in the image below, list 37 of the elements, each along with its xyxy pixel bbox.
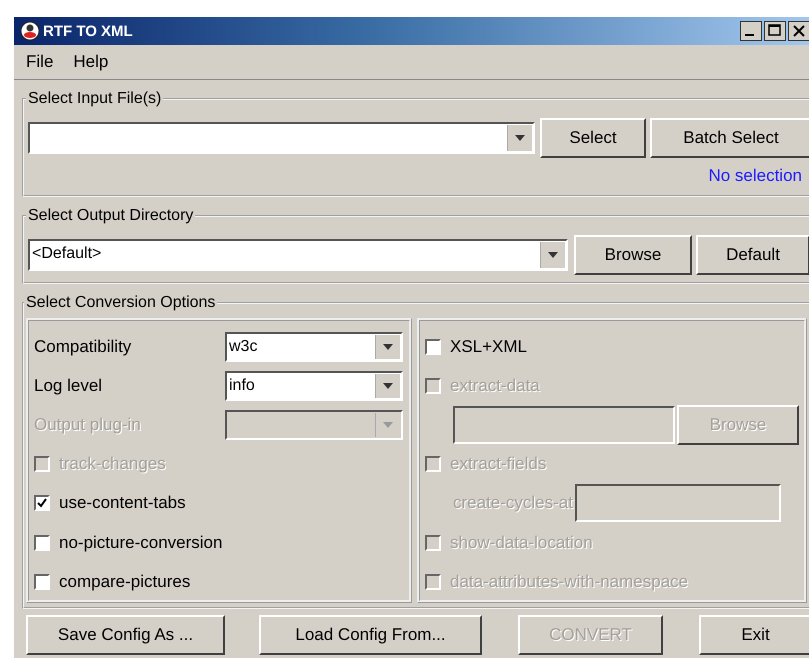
option-label: Compatibility (34, 336, 132, 357)
output-directory-dropdown[interactable]: <Default> (28, 239, 568, 271)
checkbox[interactable] (425, 338, 441, 355)
select-button[interactable]: Batch Select (650, 118, 809, 158)
close-icon[interactable] (788, 21, 809, 41)
menu-item[interactable]: Help (73, 52, 108, 72)
checkbox-label: use-content-tabs (59, 493, 186, 514)
caret-icon (515, 135, 525, 141)
browse-button[interactable]: Browse (574, 235, 692, 275)
select-button[interactable]: Select (540, 118, 646, 158)
checkbox-label: compare-pictures (59, 572, 190, 592)
caret-icon (383, 344, 393, 350)
group-title: Select Conversion Options (25, 294, 216, 312)
checkbox[interactable] (34, 495, 50, 512)
group-title: Select Output Directory (27, 207, 194, 225)
selection-status: No selection (707, 166, 803, 186)
menu-item[interactable]: File (26, 52, 54, 72)
input-file-dropdown[interactable] (28, 122, 535, 154)
checkbox-label: no-picture-conversion (59, 532, 222, 553)
option-dropdown[interactable]: w3c (225, 332, 403, 362)
checkbox[interactable] (34, 534, 50, 551)
action-button[interactable]: Exit (699, 615, 809, 655)
option-dropdown[interactable]: info (225, 370, 403, 401)
maximize-icon[interactable] (764, 21, 786, 41)
checkbox[interactable] (34, 574, 50, 590)
default-button[interactable]: Default (696, 235, 809, 275)
action-button[interactable]: Load Config From... (259, 615, 482, 655)
caret-icon (383, 422, 393, 428)
window-title: RTF TO XML (43, 22, 133, 40)
minimize-icon[interactable] (740, 21, 762, 41)
caret-icon (548, 252, 558, 258)
caret-icon (383, 382, 393, 389)
option-label: Log level (34, 376, 104, 396)
action-button[interactable]: Save Config As ... (26, 615, 225, 655)
group-title: Select Input File(s) (27, 90, 162, 108)
app-logo-icon (20, 21, 40, 41)
checkbox-label: XSL+XML (450, 336, 528, 357)
